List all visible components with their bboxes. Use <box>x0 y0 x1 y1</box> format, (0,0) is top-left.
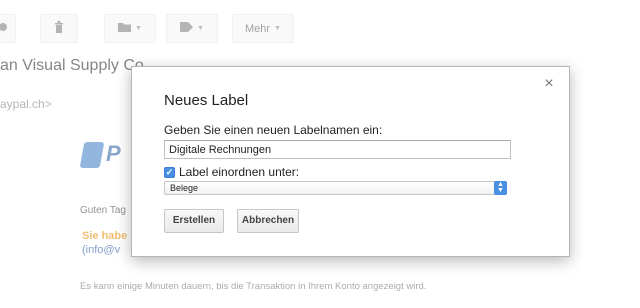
cancel-button[interactable]: Abbrechen <box>237 209 299 233</box>
new-label-dialog: × Neues Label Geben Sie einen neuen Labe… <box>131 66 570 257</box>
parent-label-value: Belege <box>170 183 199 193</box>
select-arrows-icon: ▲ ▼ <box>494 181 507 195</box>
dialog-title: Neues Label <box>164 92 249 109</box>
nest-label-label: Label einordnen unter: <box>179 165 300 179</box>
label-name-input[interactable] <box>164 140 511 159</box>
label-name-prompt: Geben Sie einen neuen Labelnamen ein: <box>164 123 383 137</box>
parent-label-select[interactable]: Belege ▲ ▼ <box>164 181 507 195</box>
close-icon[interactable]: × <box>542 76 556 92</box>
create-button[interactable]: Erstellen <box>164 209 224 233</box>
nest-label-row[interactable]: ✓ Label einordnen unter: <box>164 165 299 179</box>
nest-label-checkbox[interactable]: ✓ <box>164 166 175 178</box>
